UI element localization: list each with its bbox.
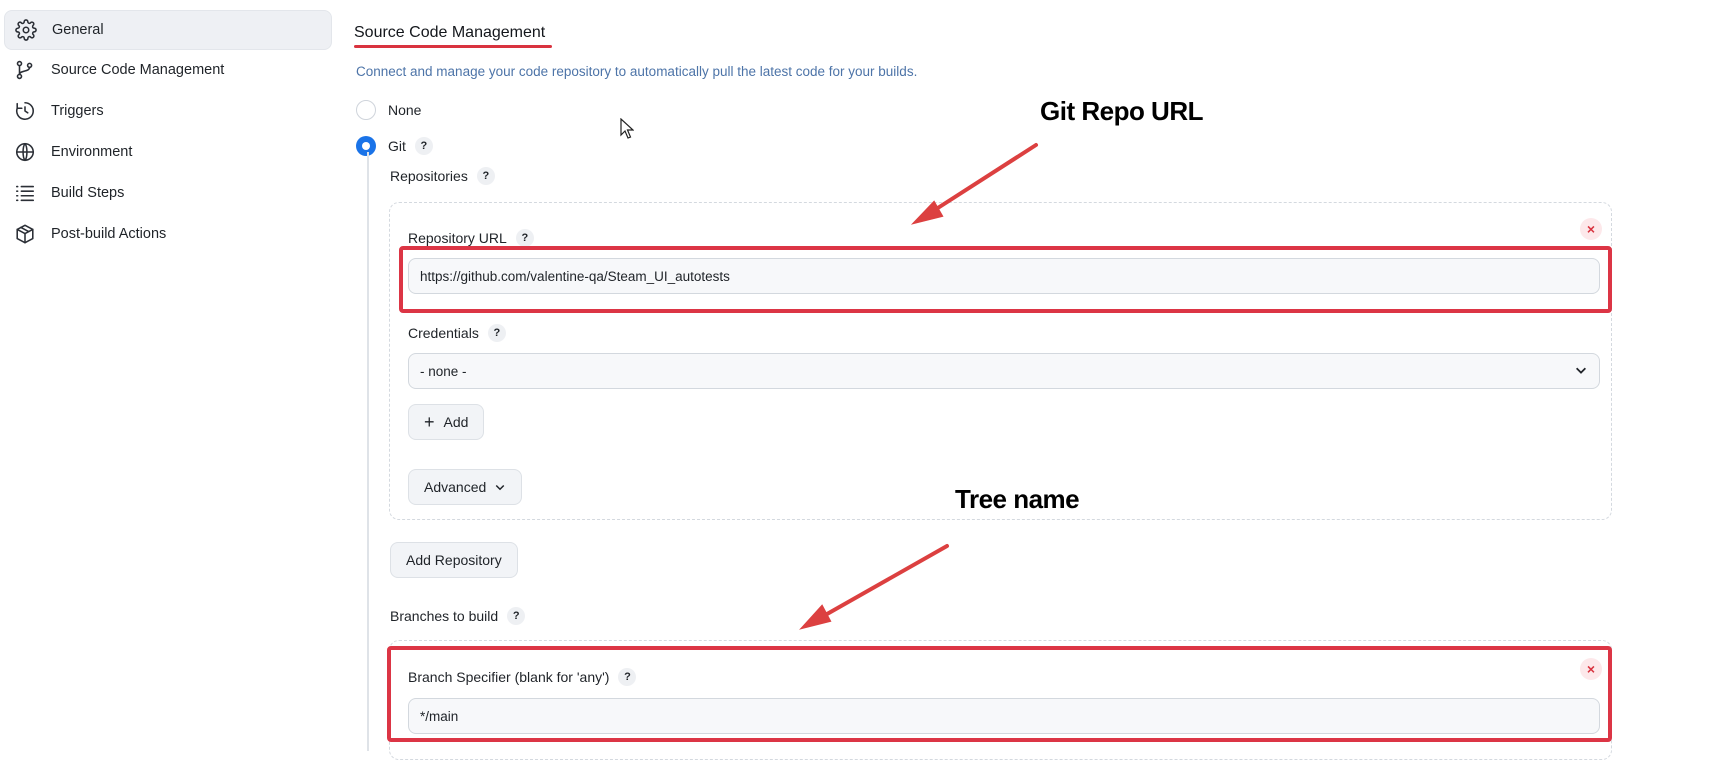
radio-git-label: Git <box>388 138 406 154</box>
repositories-label-text: Repositories <box>390 168 468 184</box>
sidebar-item-label: Post-build Actions <box>51 226 167 242</box>
nested-section-line <box>367 152 369 751</box>
credentials-select[interactable]: - none - <box>408 353 1600 389</box>
sidebar-item-triggers[interactable]: Triggers <box>4 92 330 130</box>
plus-icon: + <box>424 412 435 432</box>
title-underline-annotation <box>354 45 552 48</box>
tree-name-annotation: Tree name <box>955 484 1080 514</box>
branches-to-build-label: Branches to build ? <box>390 607 526 625</box>
clock-icon <box>14 100 36 122</box>
repositories-label: Repositories ? <box>390 167 495 185</box>
advanced-label: Advanced <box>424 479 487 495</box>
mouse-cursor-icon <box>620 118 634 139</box>
repo-url-annotation: Git Repo URL <box>1040 96 1204 126</box>
radio-option-none[interactable]: None <box>356 100 421 120</box>
gear-icon <box>15 19 37 41</box>
section-title: Source Code Management <box>354 24 546 41</box>
sidebar-item-label: Environment <box>51 144 133 160</box>
credentials-help-icon[interactable]: ? <box>487 324 506 342</box>
repositories-help-icon[interactable]: ? <box>476 167 495 185</box>
package-icon <box>14 223 36 245</box>
advanced-button[interactable]: Advanced <box>408 469 523 505</box>
git-help-icon[interactable]: ? <box>414 137 433 155</box>
branches-help-icon[interactable]: ? <box>507 607 526 625</box>
credentials-selected-value: - none - <box>420 363 467 379</box>
globe-icon <box>14 141 36 163</box>
sidebar-item-build-steps[interactable]: Build Steps <box>4 174 330 212</box>
remove-repository-button[interactable]: × <box>1580 218 1602 240</box>
sidebar: General Source Code Management Triggers … <box>0 0 335 751</box>
add-credentials-label: Add <box>443 414 469 430</box>
sidebar-item-source-code-management[interactable]: Source Code Management <box>4 51 330 89</box>
radio-none-label: None <box>388 102 422 118</box>
chevron-down-icon <box>494 481 506 493</box>
repository-url-help-icon[interactable]: ? <box>515 229 534 247</box>
sidebar-item-general[interactable]: General <box>4 10 332 50</box>
sidebar-item-label: General <box>52 22 104 38</box>
radio-git[interactable] <box>356 136 376 156</box>
repository-url-label-text: Repository URL <box>408 230 507 246</box>
branches-label-text: Branches to build <box>390 608 499 624</box>
tree-arrow-head <box>799 604 832 630</box>
credentials-label: Credentials ? <box>408 324 506 342</box>
add-repository-button[interactable]: Add Repository <box>390 542 518 578</box>
branch-icon <box>14 59 36 81</box>
sidebar-item-label: Source Code Management <box>51 62 225 78</box>
tree-arrow-line <box>818 544 949 620</box>
repository-url-label: Repository URL ? <box>408 229 534 247</box>
sidebar-item-label: Triggers <box>51 103 104 119</box>
credentials-label-text: Credentials <box>408 325 479 341</box>
list-icon <box>14 182 36 204</box>
repo-url-highlight-box <box>399 246 1612 313</box>
sidebar-item-label: Build Steps <box>51 185 125 201</box>
radio-none[interactable] <box>356 100 376 120</box>
chevron-down-icon <box>1574 363 1588 380</box>
branch-highlight-box <box>387 646 1612 742</box>
sidebar-item-environment[interactable]: Environment <box>4 133 330 171</box>
section-description: Connect and manage your code repository … <box>356 64 918 79</box>
add-credentials-button[interactable]: + Add <box>408 404 485 440</box>
sidebar-item-post-build-actions[interactable]: Post-build Actions <box>4 215 330 253</box>
